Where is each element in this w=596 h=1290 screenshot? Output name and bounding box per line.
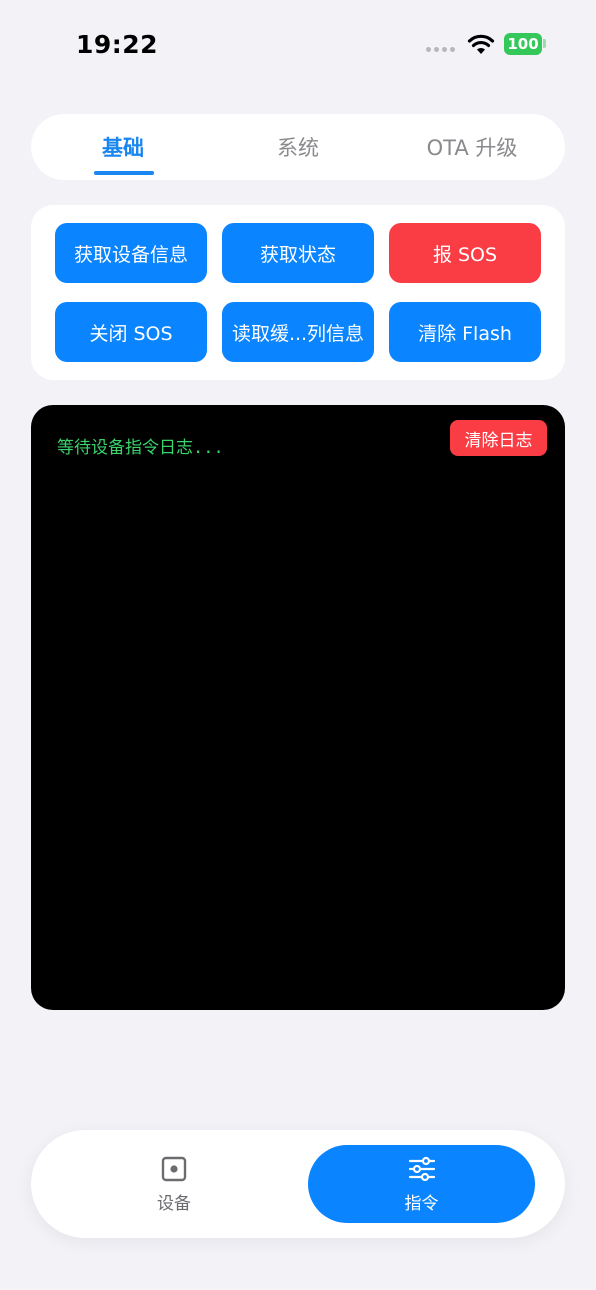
cellular-dots-icon xyxy=(426,47,455,52)
app-screen: 19:22 100 基础 系统 OTA 升级 获取设备信息 获取状态 报 SOS… xyxy=(0,0,596,1290)
bottom-nav: 设备 指令 xyxy=(31,1130,565,1238)
nav-item-device[interactable]: 设备 xyxy=(111,1144,237,1224)
sliders-icon xyxy=(408,1156,435,1181)
wifi-icon xyxy=(467,34,495,54)
nav-item-commands[interactable]: 指令 xyxy=(308,1145,535,1223)
clear-flash-button[interactable]: 清除 Flash xyxy=(389,302,541,362)
status-bar: 19:22 100 xyxy=(0,0,596,90)
nav-item-label: 设备 xyxy=(157,1193,191,1214)
log-panel[interactable]: 等待设备指令日志... 清除日志 xyxy=(31,405,565,1010)
battery-icon: 100 xyxy=(504,33,542,55)
report-sos-button[interactable]: 报 SOS xyxy=(389,223,541,283)
tab-ota-upgrade[interactable]: OTA 升级 xyxy=(406,114,538,180)
log-placeholder-text: 等待设备指令日志... xyxy=(57,438,224,458)
close-sos-button[interactable]: 关闭 SOS xyxy=(55,302,207,362)
command-card: 获取设备信息 获取状态 报 SOS 关闭 SOS 读取缓...列信息 清除 Fl… xyxy=(31,205,565,380)
battery-tip xyxy=(543,39,546,48)
active-tab-indicator xyxy=(94,171,154,175)
nav-item-label: 指令 xyxy=(404,1193,439,1214)
status-time: 19:22 xyxy=(76,30,159,59)
get-device-info-button[interactable]: 获取设备信息 xyxy=(55,223,207,283)
tab-bar: 基础 系统 OTA 升级 xyxy=(31,114,565,180)
get-status-button[interactable]: 获取状态 xyxy=(222,223,374,283)
clear-log-button[interactable]: 清除日志 xyxy=(450,420,547,456)
read-cache-queue-info-button[interactable]: 读取缓...列信息 xyxy=(222,302,374,362)
device-icon xyxy=(161,1156,187,1181)
tab-system[interactable]: 系统 xyxy=(236,114,360,180)
